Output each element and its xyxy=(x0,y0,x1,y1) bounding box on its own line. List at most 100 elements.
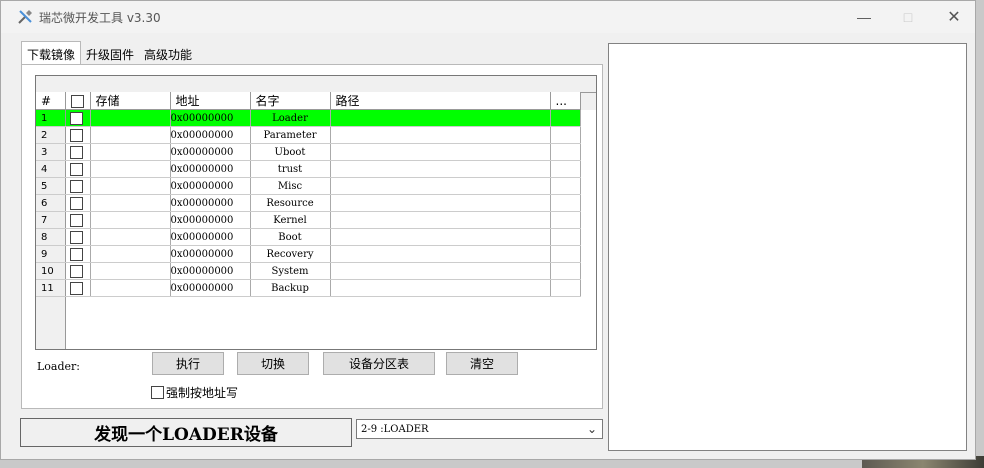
row-storage[interactable] xyxy=(90,211,171,229)
row-name[interactable]: Parameter xyxy=(250,126,331,144)
row-name[interactable]: System xyxy=(250,262,331,280)
row-storage[interactable] xyxy=(90,279,171,297)
table-row[interactable]: 6 0x00000000 Resource xyxy=(36,194,581,212)
force-by-address-checkbox[interactable] xyxy=(151,386,164,399)
row-browse[interactable] xyxy=(550,126,581,144)
row-checkbox-cell[interactable] xyxy=(65,228,91,246)
row-address[interactable]: 0x00000000 xyxy=(170,109,251,127)
row-checkbox-cell[interactable] xyxy=(65,160,91,178)
row-name[interactable]: Loader xyxy=(250,109,331,127)
row-checkbox[interactable] xyxy=(69,213,83,227)
row-address[interactable]: 0x00000000 xyxy=(170,211,251,229)
row-browse[interactable] xyxy=(550,279,581,297)
row-checkbox-cell[interactable] xyxy=(65,262,91,280)
table-row[interactable]: 8 0x00000000 Boot xyxy=(36,228,581,246)
row-address[interactable]: 0x00000000 xyxy=(170,143,251,161)
row-checkbox[interactable] xyxy=(69,264,83,278)
row-checkbox[interactable] xyxy=(69,196,83,210)
row-storage[interactable] xyxy=(90,262,171,280)
row-name[interactable]: Resource xyxy=(250,194,331,212)
row-name[interactable]: Misc xyxy=(250,177,331,195)
select-all-checkbox-cell[interactable] xyxy=(65,92,91,110)
row-checkbox[interactable] xyxy=(69,128,83,142)
table-row[interactable]: 4 0x00000000 trust xyxy=(36,160,581,178)
row-browse[interactable] xyxy=(550,160,581,178)
row-name[interactable]: Recovery xyxy=(250,245,331,263)
row-storage[interactable] xyxy=(90,245,171,263)
row-browse[interactable] xyxy=(550,245,581,263)
row-storage[interactable] xyxy=(90,109,171,127)
force-by-address-option[interactable]: 强制按地址写 xyxy=(151,384,238,401)
table-row[interactable]: 10 0x00000000 System xyxy=(36,262,581,280)
row-storage[interactable] xyxy=(90,194,171,212)
row-path[interactable] xyxy=(330,177,551,195)
row-address[interactable]: 0x00000000 xyxy=(170,160,251,178)
row-path[interactable] xyxy=(330,211,551,229)
row-storage[interactable] xyxy=(90,143,171,161)
row-address[interactable]: 0x00000000 xyxy=(170,194,251,212)
row-browse[interactable] xyxy=(550,143,581,161)
row-path[interactable] xyxy=(330,245,551,263)
row-checkbox-cell[interactable] xyxy=(65,194,91,212)
row-storage[interactable] xyxy=(90,126,171,144)
row-address[interactable]: 0x00000000 xyxy=(170,279,251,297)
switch-button[interactable]: 切换 xyxy=(237,352,309,375)
row-checkbox-cell[interactable] xyxy=(65,211,91,229)
row-path[interactable] xyxy=(330,143,551,161)
row-checkbox-cell[interactable] xyxy=(65,279,91,297)
table-row[interactable]: 1 0x00000000 Loader xyxy=(36,109,581,127)
row-path[interactable] xyxy=(330,194,551,212)
row-storage[interactable] xyxy=(90,228,171,246)
partition-table-button[interactable]: 设备分区表 xyxy=(323,352,435,375)
row-name[interactable]: Uboot xyxy=(250,143,331,161)
row-checkbox[interactable] xyxy=(69,162,83,176)
tab-upgrade-firmware[interactable]: 升级固件 xyxy=(81,43,139,65)
close-button[interactable]: ✕ xyxy=(931,1,977,33)
device-select[interactable]: 2-9 :LOADER ⌄ xyxy=(356,419,603,439)
row-checkbox[interactable] xyxy=(69,247,83,261)
row-path[interactable] xyxy=(330,279,551,297)
row-checkbox-cell[interactable] xyxy=(65,109,91,127)
row-address[interactable]: 0x00000000 xyxy=(170,228,251,246)
row-checkbox[interactable] xyxy=(69,111,83,125)
row-storage[interactable] xyxy=(90,177,171,195)
row-address[interactable]: 0x00000000 xyxy=(170,262,251,280)
row-browse[interactable] xyxy=(550,109,581,127)
row-address[interactable]: 0x00000000 xyxy=(170,126,251,144)
tab-download-image[interactable]: 下载镜像 xyxy=(21,41,82,65)
row-path[interactable] xyxy=(330,160,551,178)
table-row[interactable]: 11 0x00000000 Backup xyxy=(36,279,581,297)
table-row[interactable]: 9 0x00000000 Recovery xyxy=(36,245,581,263)
log-output[interactable] xyxy=(608,43,967,451)
title-bar[interactable]: 瑞芯微开发工具 v3.30 — □ ✕ xyxy=(1,1,975,33)
select-all-checkbox[interactable] xyxy=(70,94,84,108)
row-browse[interactable] xyxy=(550,177,581,195)
row-name[interactable]: Boot xyxy=(250,228,331,246)
row-checkbox-cell[interactable] xyxy=(65,143,91,161)
row-browse[interactable] xyxy=(550,194,581,212)
row-checkbox-cell[interactable] xyxy=(65,177,91,195)
row-checkbox-cell[interactable] xyxy=(65,126,91,144)
row-path[interactable] xyxy=(330,109,551,127)
row-path[interactable] xyxy=(330,228,551,246)
row-name[interactable]: trust xyxy=(250,160,331,178)
row-name[interactable]: Backup xyxy=(250,279,331,297)
row-path[interactable] xyxy=(330,126,551,144)
maximize-button[interactable]: □ xyxy=(885,1,931,33)
table-row[interactable]: 3 0x00000000 Uboot xyxy=(36,143,581,161)
partition-grid[interactable]: # 存储 地址 名字 路径 ... 1 0x00000000 Loader 2 0x00… xyxy=(35,75,597,350)
minimize-button[interactable]: — xyxy=(841,1,887,33)
row-checkbox-cell[interactable] xyxy=(65,245,91,263)
row-checkbox[interactable] xyxy=(69,281,83,295)
clear-button[interactable]: 清空 xyxy=(446,352,518,375)
row-path[interactable] xyxy=(330,262,551,280)
tab-advanced[interactable]: 高级功能 xyxy=(139,43,197,65)
row-browse[interactable] xyxy=(550,228,581,246)
table-row[interactable]: 5 0x00000000 Misc xyxy=(36,177,581,195)
run-button[interactable]: 执行 xyxy=(152,352,224,375)
row-address[interactable]: 0x00000000 xyxy=(170,245,251,263)
row-checkbox[interactable] xyxy=(69,179,83,193)
row-name[interactable]: Kernel xyxy=(250,211,331,229)
row-checkbox[interactable] xyxy=(69,230,83,244)
table-row[interactable]: 7 0x00000000 Kernel xyxy=(36,211,581,229)
